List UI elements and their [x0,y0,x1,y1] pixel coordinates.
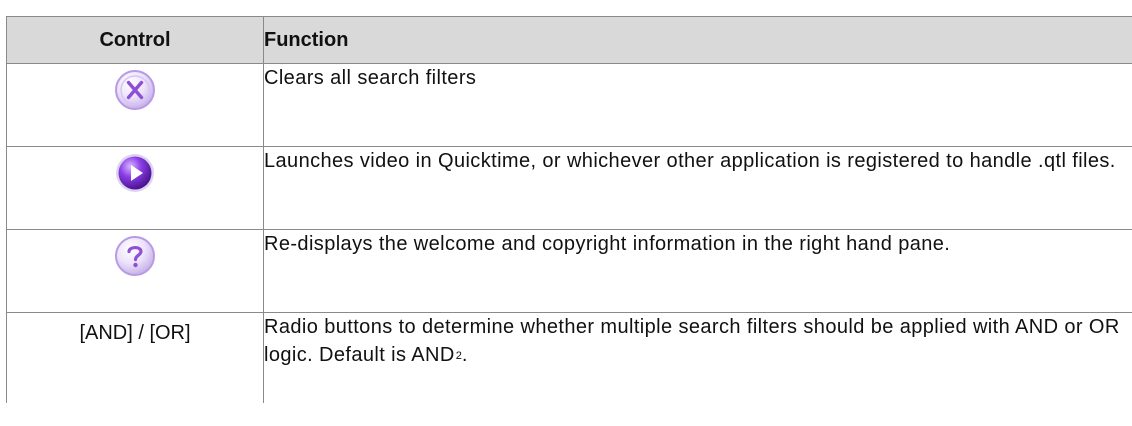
control-cell [6,146,264,230]
control-cell [6,229,264,313]
header-function: Function [263,16,1132,64]
help-icon [113,234,157,278]
controls-table: Control Function Clears all search filte… [6,16,1132,403]
document-page: Control Function Clears all search filte… [0,0,1132,426]
function-trailing: . [461,344,468,366]
header-control: Control [6,16,264,64]
table-row: Clears all search filters [6,63,1132,147]
control-cell [6,63,264,147]
table-row: [AND] / [OR] Radio buttons to determine … [6,312,1132,403]
function-cell: Clears all search filters [263,63,1132,147]
play-video-icon [113,151,157,195]
function-cell: Radio buttons to determine whether multi… [263,312,1132,403]
table-row: Re-displays the welcome and copyright in… [6,229,1132,313]
function-text: Radio buttons to determine whether multi… [264,316,1120,366]
table-header-row: Control Function [6,16,1132,64]
control-cell: [AND] / [OR] [6,312,264,403]
function-cell: Launches video in Quicktime, or whicheve… [263,146,1132,230]
function-cell: Re-displays the welcome and copyright in… [263,229,1132,313]
table-row: Launches video in Quicktime, or whicheve… [6,146,1132,230]
clear-filters-icon [113,68,157,112]
